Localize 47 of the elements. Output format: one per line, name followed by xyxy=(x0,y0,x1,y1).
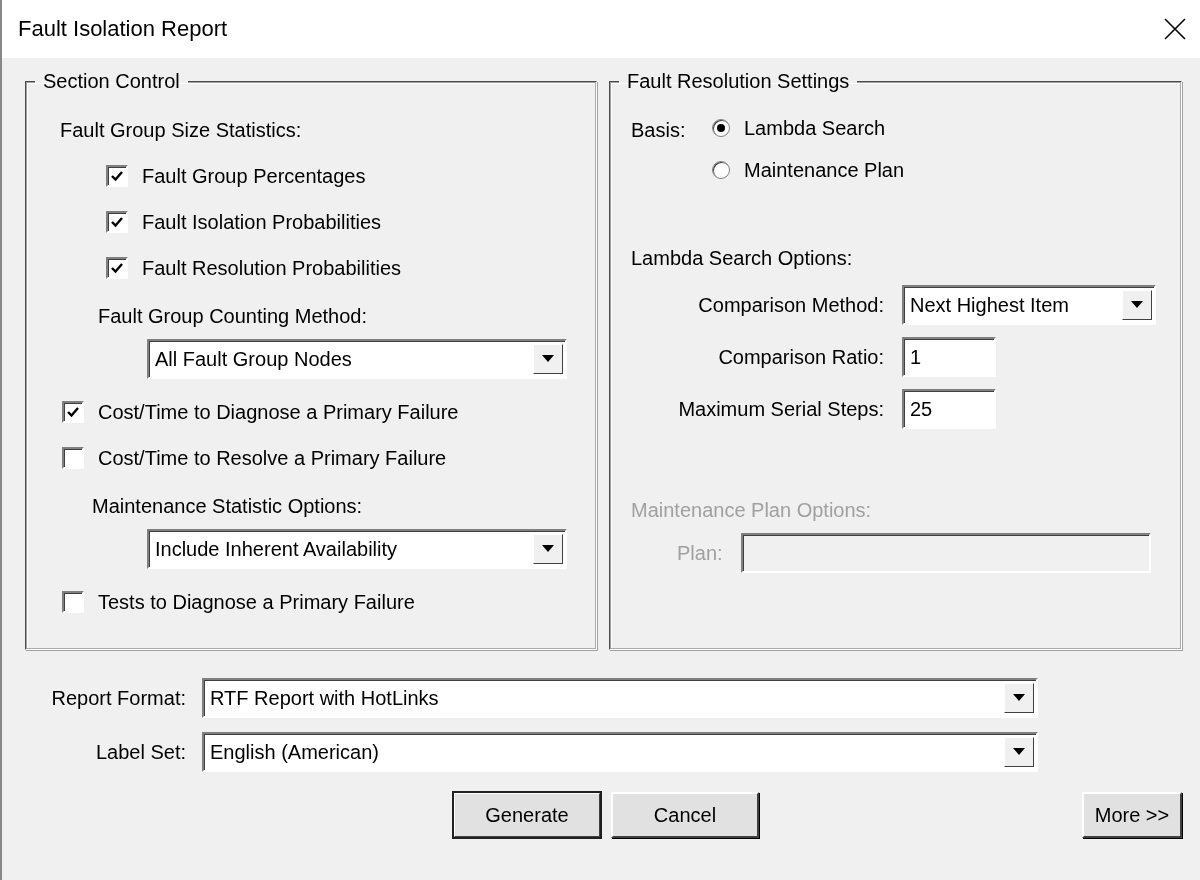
checkbox[interactable] xyxy=(62,591,84,613)
field-label: Comparison Ratio: xyxy=(717,345,884,369)
checkbox-label: Fault Group Percentages xyxy=(142,164,366,188)
checkbox[interactable] xyxy=(106,257,128,279)
dialog-button[interactable]: Generate xyxy=(453,792,601,838)
input-field[interactable]: 25 xyxy=(902,389,996,429)
more-button[interactable]: More >> xyxy=(1082,792,1182,838)
plan-field[interactable] xyxy=(740,533,1151,573)
plan-label: Plan: xyxy=(677,541,723,565)
field-label: Report Format: xyxy=(50,686,186,710)
radio-label: Maintenance Plan xyxy=(744,158,905,182)
checkbox[interactable] xyxy=(106,211,128,233)
radio-button[interactable] xyxy=(712,161,730,179)
radio-button[interactable] xyxy=(712,119,730,137)
dialog-button[interactable]: Cancel xyxy=(611,792,759,838)
checkmark-icon xyxy=(111,170,123,182)
field-label: Maximum Serial Steps: xyxy=(677,397,884,421)
dropdown-label: Maintenance Statistic Options: xyxy=(92,494,363,518)
basis-label: Basis: xyxy=(631,118,686,142)
checkbox-label: Tests to Diagnose a Primary Failure xyxy=(98,590,415,614)
panel-title: Section Control xyxy=(42,70,181,93)
checkbox[interactable] xyxy=(62,447,84,469)
field-label: Label Set: xyxy=(94,740,186,764)
dropdown-field[interactable]: RTF Report with HotLinks xyxy=(202,678,1038,718)
section-heading: Lambda Search Options: xyxy=(631,246,853,270)
dropdown-field[interactable]: English (American) xyxy=(202,732,1038,772)
checkbox-label: Cost/Time to Resolve a Primary Failure xyxy=(98,446,447,470)
window-title: Fault Isolation Report xyxy=(18,16,228,42)
dropdown-label: Fault Group Counting Method: xyxy=(98,304,368,328)
checkmark-icon xyxy=(67,406,79,418)
checkbox[interactable] xyxy=(62,401,84,423)
group-heading: Fault Group Size Statistics: xyxy=(60,118,302,142)
checkbox[interactable] xyxy=(106,165,128,187)
input-field[interactable]: 1 xyxy=(902,337,996,377)
close-icon[interactable] xyxy=(1164,18,1186,40)
checkbox-label: Fault Resolution Probabilities xyxy=(142,256,402,280)
checkmark-icon xyxy=(111,262,123,274)
panel-title: Fault Resolution Settings xyxy=(626,70,851,93)
checkmark-icon xyxy=(111,216,123,228)
section-heading: Maintenance Plan Options: xyxy=(631,498,872,522)
radio-label: Lambda Search xyxy=(744,116,886,140)
field-label: Comparison Method: xyxy=(697,293,884,317)
checkbox-label: Cost/Time to Diagnose a Primary Failure xyxy=(98,400,459,424)
checkbox-label: Fault Isolation Probabilities xyxy=(142,210,381,234)
dropdown-field[interactable]: Next Highest Item xyxy=(902,285,1156,325)
dropdown-field[interactable]: All Fault Group Nodes xyxy=(147,339,567,379)
dropdown-field[interactable]: Include Inherent Availability xyxy=(147,529,567,569)
